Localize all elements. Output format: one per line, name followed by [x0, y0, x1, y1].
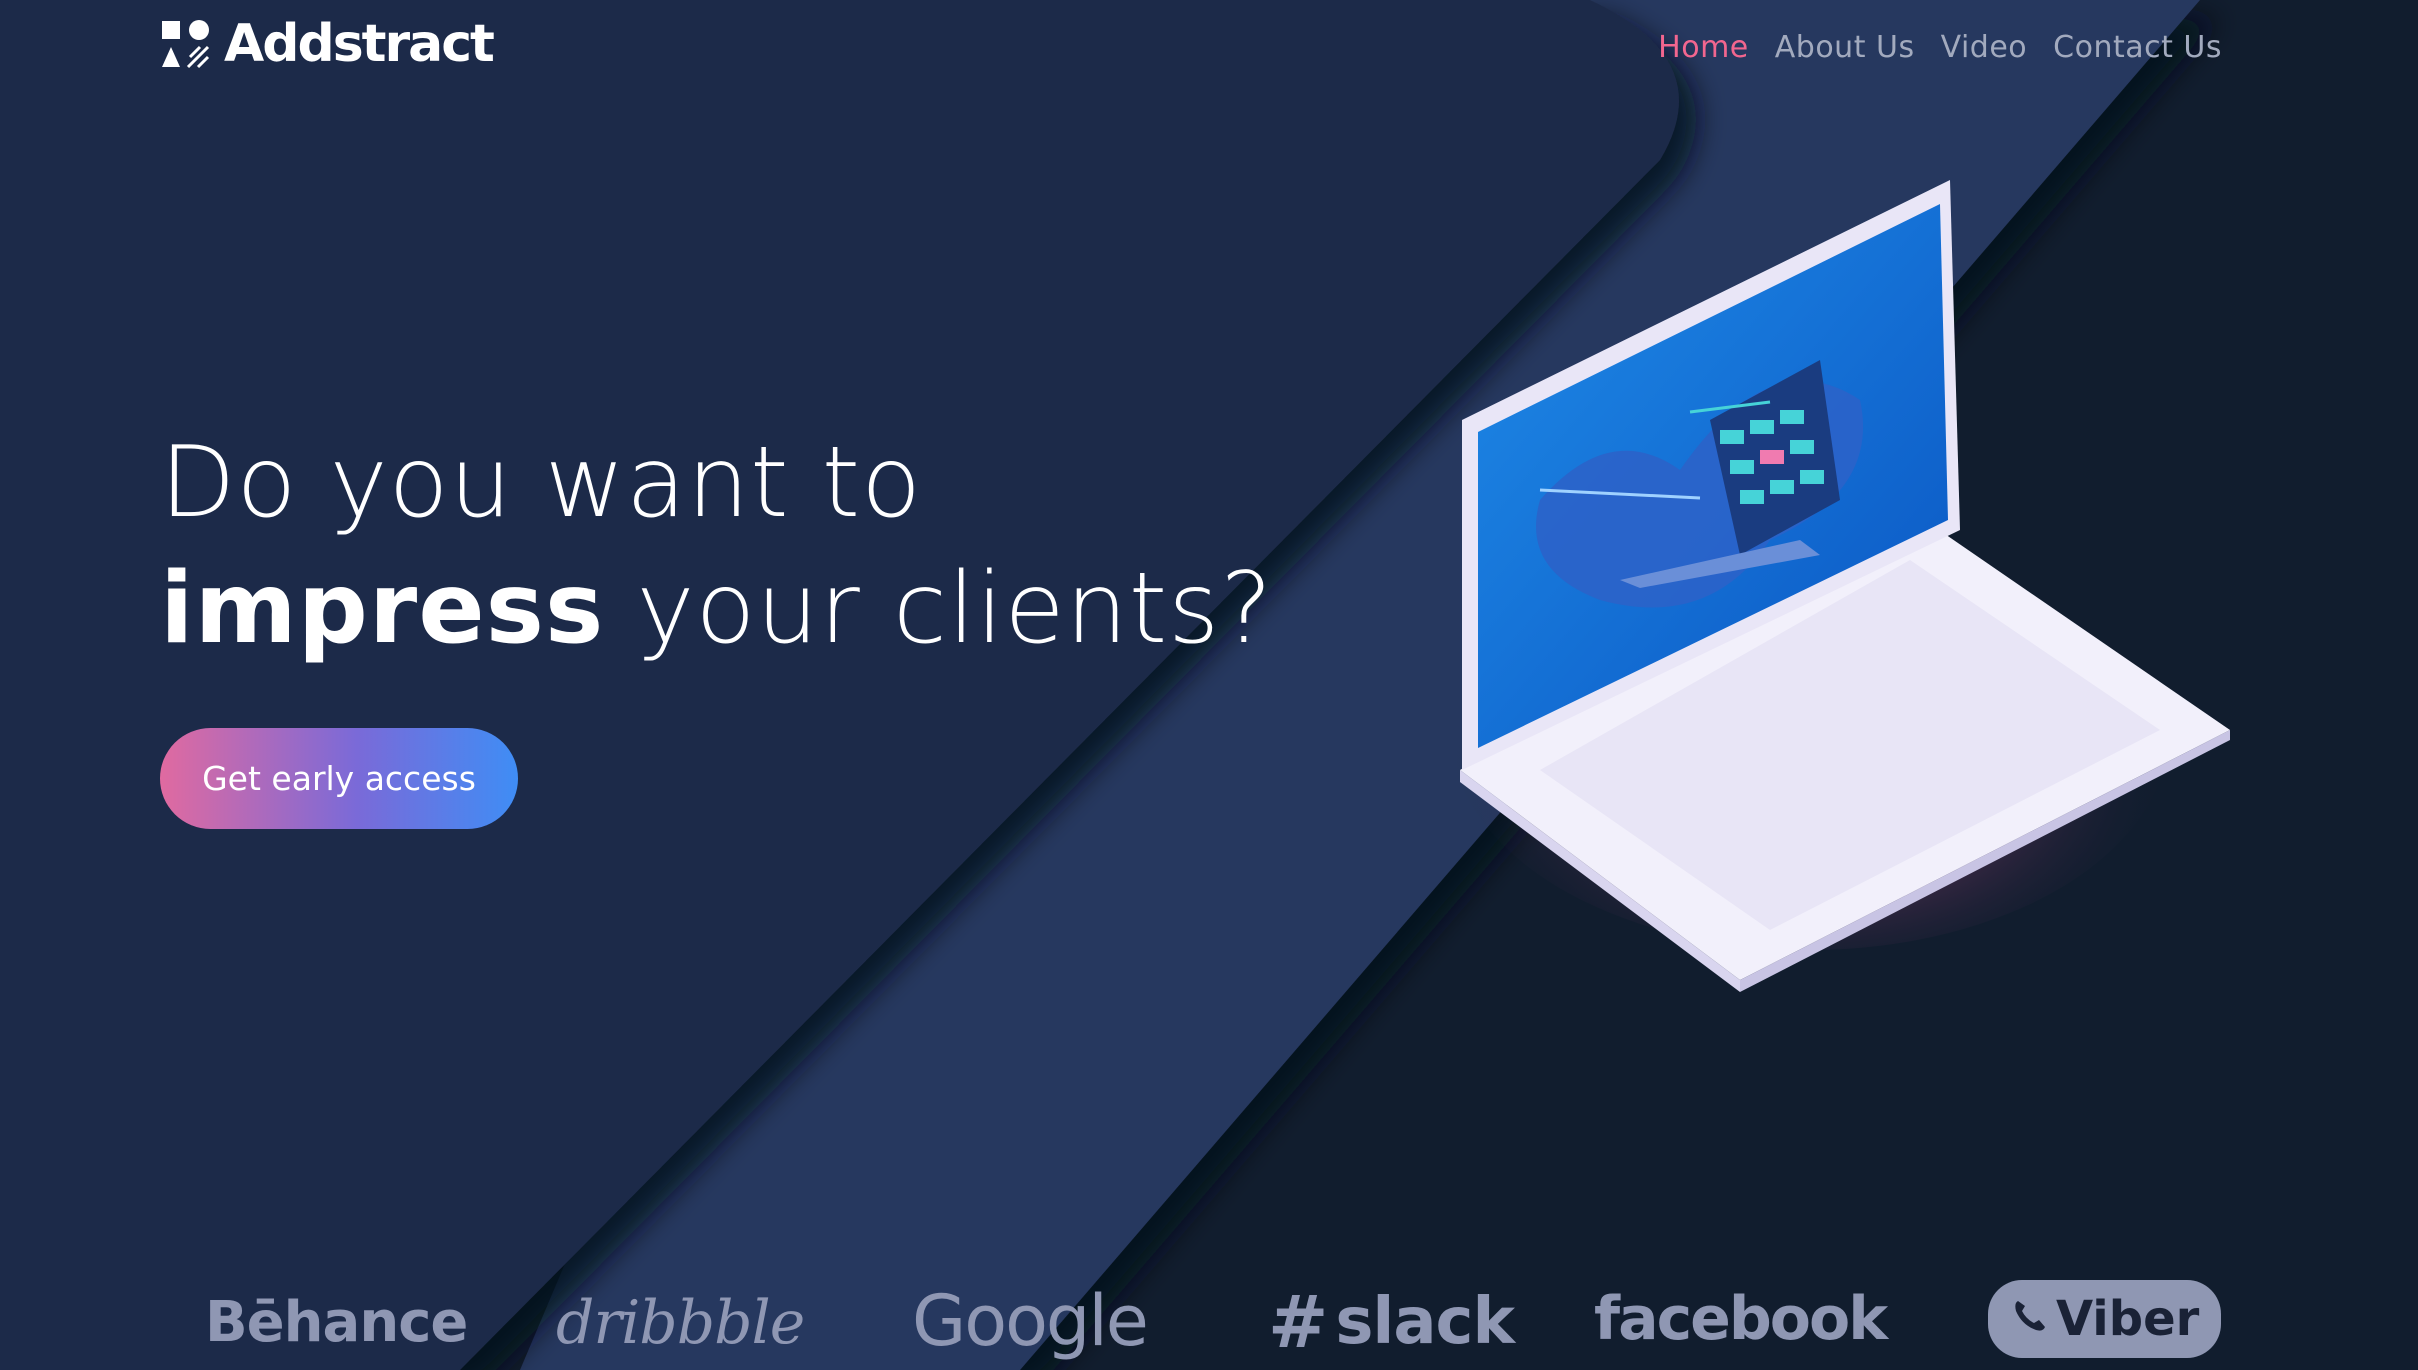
facebook-logo: facebook — [1594, 1284, 1888, 1354]
slack-wordmark: slack — [1335, 1285, 1515, 1359]
landing-page: Addstract Home About Us Video Contact Us… — [0, 0, 2418, 1370]
laptop-illustration — [1450, 180, 2230, 992]
hero-line-2-rest: your clients? — [604, 552, 1274, 666]
slack-hash-icon: # — [1268, 1280, 1328, 1364]
get-early-access-button[interactable]: Get early access — [160, 728, 518, 829]
behance-logo: Bēhance — [205, 1290, 468, 1355]
hero-line-1: Do you want to — [160, 426, 923, 540]
google-logo: Google — [912, 1280, 1149, 1362]
brand-name: Addstract — [224, 14, 495, 74]
nav-contact-us[interactable]: Contact Us — [2053, 30, 2222, 65]
partner-logos: Bēhance dribbble Google # slack facebook… — [0, 1270, 2418, 1370]
viber-phone-icon — [2010, 1291, 2050, 1347]
addstract-logo-icon — [160, 19, 210, 69]
top-nav: Home About Us Video Contact Us — [1658, 30, 2222, 65]
viber-wordmark: Viber — [2056, 1291, 2200, 1347]
nav-home[interactable]: Home — [1658, 30, 1749, 65]
nav-video[interactable]: Video — [1941, 30, 2028, 65]
nav-about-us[interactable]: About Us — [1775, 30, 1915, 65]
hero-line-2: impress your clients? — [160, 546, 1273, 672]
viber-logo: Viber — [1988, 1280, 2222, 1358]
hero-emphasis: impress — [160, 552, 605, 666]
hero-heading: Do you want to impress your clients? — [160, 420, 1273, 672]
brand-logo[interactable]: Addstract — [160, 14, 495, 74]
dribbble-logo: dribbble — [556, 1288, 805, 1358]
slack-logo: # slack — [1268, 1280, 1515, 1364]
